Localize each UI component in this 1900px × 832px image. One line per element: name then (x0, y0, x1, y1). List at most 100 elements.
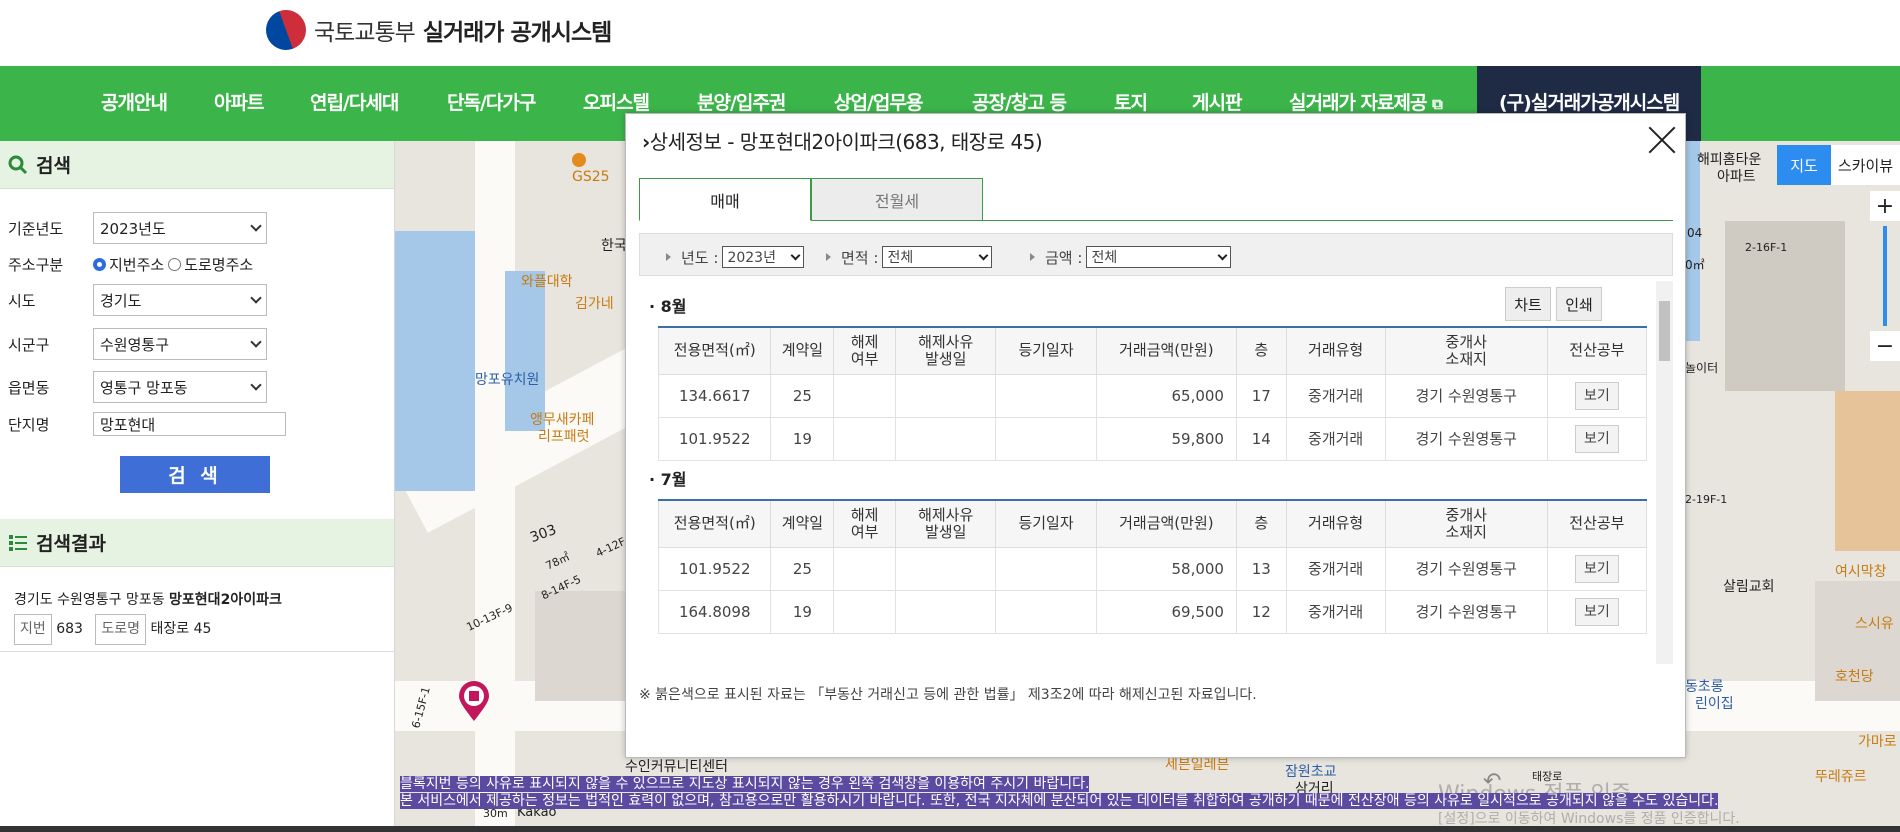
notice-line1: 블록지번 등의 사유로 표시되지 않을 수 있으므로 지도상 표시되지 않는 경… (400, 776, 1090, 792)
radio-road[interactable]: 도로명주소 (168, 254, 253, 275)
cell-register-doc: 보기 (1546, 546, 1648, 591)
cell-deal-type: 중개거래 (1285, 589, 1386, 634)
chevron-down-icon (978, 250, 989, 260)
nav-item-apartment[interactable]: 아파트 (214, 66, 264, 141)
triangle-icon (666, 253, 671, 261)
map-label: 4-12F (593, 534, 628, 561)
deal-table-july: 전용면적(㎡) 계약일 해제 여부 해제사유 발생일 등기일자 거래금액(만원) 층 거래유형 중개… (657, 499, 1648, 634)
cell-area: 101.9522 (657, 416, 772, 461)
cell-deal-type: 중개거래 (1285, 416, 1386, 461)
map-water (395, 231, 475, 491)
map-view-button[interactable]: 지도 (1777, 145, 1831, 185)
tab-sale[interactable]: 매매 (639, 178, 811, 221)
search-section-header: 검색 (0, 141, 394, 189)
modal-title: ›상세정보 - 망포현대2아이파크(683, 태장로 45) (642, 126, 1043, 155)
map-label: 아파트 (1717, 169, 1756, 185)
chevron-right-icon: › (642, 130, 650, 154)
site-logo[interactable]: 국토교통부 실거래가 공개시스템 (260, 4, 612, 56)
map-marker-icon[interactable] (457, 681, 491, 723)
year-select[interactable]: 2023년도 (93, 212, 267, 244)
map-label: 리프패럿 (538, 429, 590, 445)
cell-deal-type: 중개거래 (1285, 546, 1386, 591)
view-doc-button[interactable]: 보기 (1574, 597, 1619, 626)
year-label: 기준년도 (8, 219, 64, 238)
col-header-broker-location: 중개사 소재지 (1384, 499, 1548, 548)
modal-title-text: 상세정보 - 망포현대2아이파크(683, 태장로 45) (649, 130, 1043, 154)
sido-select[interactable]: 경기도 (93, 284, 267, 316)
nav-item-info[interactable]: 공개안내 (101, 66, 168, 141)
view-doc-button[interactable]: 보기 (1574, 424, 1619, 453)
close-icon[interactable] (1646, 124, 1678, 156)
filter-year-label: 년도 : (681, 248, 719, 267)
view-doc-button[interactable]: 보기 (1574, 554, 1619, 583)
search-button[interactable]: 검 색 (120, 456, 270, 493)
map-label: 303 (528, 521, 559, 547)
map-label: 가마로 (1858, 734, 1897, 750)
map-poi-gs25[interactable]: GS25 (572, 153, 610, 185)
table-row: 101.9522 19 59,800 14 중개거래 경기 수원영통구 보기 (657, 416, 1648, 461)
divider (0, 651, 394, 652)
zoom-in-button[interactable]: + (1870, 191, 1900, 221)
detail-modal: ›상세정보 - 망포현대2아이파크(683, 태장로 45) 매매 전월세 년도… (625, 113, 1686, 758)
cell-area: 164.8098 (657, 589, 772, 634)
filter-price-select[interactable]: 전체 (1086, 246, 1232, 268)
map-label: 04 (1687, 226, 1703, 240)
zoom-slider[interactable] (1883, 226, 1887, 326)
col-header-register-doc: 전산공부 (1546, 326, 1648, 375)
sigungu-select-value: 수원영통구 (100, 335, 170, 354)
map-water (505, 271, 545, 431)
result-jibun: 683 (56, 621, 83, 637)
complex-input-value: 망포현대 (100, 415, 156, 434)
sigungu-select[interactable]: 수원영통구 (93, 328, 267, 360)
nav-data-provision-label: 실거래가 자료제공 (1289, 92, 1427, 114)
filter-bar: 년도 : 2023년 면적 : 전체 금액 : 전체 (639, 233, 1673, 276)
complex-label: 단지명 (8, 415, 50, 434)
year-select-value: 2023년도 (100, 219, 166, 238)
zoom-out-button[interactable]: − (1870, 331, 1900, 361)
skyview-button[interactable]: 스카이뷰 (1831, 145, 1900, 185)
result-item[interactable]: 경기도 수원영통구 망포동 망포현대2아이파크 지번 683 도로명 태장로 4… (14, 587, 282, 645)
col-header-area: 전용면적(㎡) (657, 326, 772, 375)
tab-lease[interactable]: 전월세 (811, 178, 983, 221)
bullet: · (649, 470, 661, 489)
radio-jibun[interactable]: 지번주소 (93, 254, 164, 275)
cell-registration-date (995, 373, 1097, 418)
col-header-registration-date: 등기일자 (995, 499, 1097, 548)
col-header-deal-type: 거래유형 (1285, 499, 1386, 548)
map-label: 78㎡ (543, 550, 572, 573)
cell-contract-day: 25 (770, 373, 835, 418)
dong-select[interactable]: 영통구 망포동 (93, 371, 267, 403)
col-header-contract-day: 계약일 (770, 326, 835, 375)
month-label: 8월 (660, 297, 687, 316)
cell-area: 101.9522 (657, 546, 772, 591)
nav-item-detached[interactable]: 단독/다가구 (447, 66, 536, 141)
print-button[interactable]: 인쇄 (1556, 287, 1602, 321)
table-row: 101.9522 25 58,000 13 중개거래 경기 수원영통구 보기 (657, 546, 1648, 591)
cell-broker-location: 경기 수원영통구 (1384, 373, 1548, 418)
scrollbar[interactable] (1656, 281, 1673, 664)
chart-button[interactable]: 차트 (1505, 287, 1551, 321)
scrollbar-thumb[interactable] (1659, 301, 1670, 361)
deal-list-scroll[interactable]: · 8월 차트 인쇄 전용면적(㎡) 계약일 해제 여부 해제사유 발생일 등기일자 거래금액… (649, 281, 1673, 664)
view-doc-button[interactable]: 보기 (1574, 381, 1619, 410)
filter-year-select[interactable]: 2023년 (722, 246, 805, 268)
cell-registration-date (995, 589, 1097, 634)
nav-item-rowhouse[interactable]: 연립/다세대 (310, 66, 399, 141)
cell-floor: 13 (1235, 546, 1287, 591)
bottom-bar (0, 826, 1900, 832)
dong-select-value: 영통구 망포동 (100, 378, 188, 397)
filter-area-select[interactable]: 전체 (882, 246, 993, 268)
cell-cancel-date (894, 546, 997, 591)
complex-input[interactable]: 망포현대 (93, 412, 286, 436)
cell-cancel-date (894, 373, 997, 418)
cell-contract-day: 19 (770, 589, 835, 634)
col-header-price: 거래금액(만원) (1095, 499, 1237, 548)
result-address: 경기도 수원영통구 망포동 (14, 592, 165, 608)
col-header-cancel-date: 해제사유 발생일 (894, 499, 997, 548)
col-header-cancelled: 해제 여부 (833, 499, 896, 548)
org-name: 국토교통부 (314, 20, 416, 46)
header: 국토교통부 실거래가 공개시스템 (0, 0, 1900, 66)
dong-label: 읍면동 (8, 378, 50, 397)
map-label: 한국 (601, 238, 627, 254)
cell-price: 58,000 (1095, 546, 1237, 591)
